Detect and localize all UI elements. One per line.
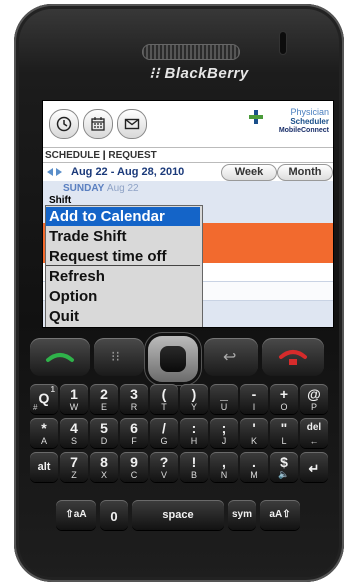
key-m[interactable]: .M: [240, 452, 268, 482]
phone-red-icon: [279, 350, 307, 365]
mail-button[interactable]: [117, 109, 147, 139]
key-e[interactable]: 2E: [90, 384, 118, 414]
next-week-icon[interactable]: [56, 168, 62, 176]
week-view-button[interactable]: Week: [221, 164, 277, 181]
key-t[interactable]: (T: [150, 384, 178, 414]
menu-key[interactable]: ⁝⁝: [94, 338, 144, 376]
menu-item-option[interactable]: Option: [46, 287, 200, 306]
notification-led: [280, 32, 286, 54]
previous-week-icon[interactable]: [47, 168, 53, 176]
key-b[interactable]: ! B: [180, 452, 208, 482]
menu-item-request-time-off[interactable]: Request time off: [46, 247, 200, 266]
key-enter[interactable]: ↵: [300, 452, 328, 482]
mail-icon: [124, 118, 140, 130]
clock-icon: [56, 116, 72, 132]
key-right-shift[interactable]: aA⇧: [260, 500, 300, 530]
key-l[interactable]: " L: [270, 418, 298, 448]
end-call-button[interactable]: [262, 338, 324, 376]
key-u[interactable]: _ U: [210, 384, 238, 414]
key-z[interactable]: 7Z: [60, 452, 88, 482]
app-toolbar: Physician Scheduler MobileConnect: [43, 101, 333, 147]
device-screen: Physician Scheduler MobileConnect SCHEDU…: [42, 100, 334, 328]
calendar-button[interactable]: [83, 109, 113, 139]
key-x[interactable]: 8X: [90, 452, 118, 482]
trackpad[interactable]: [148, 336, 198, 382]
physician-scheduler-logo: Physician Scheduler MobileConnect: [249, 108, 329, 135]
key-sym[interactable]: sym: [228, 500, 256, 530]
tab-schedule[interactable]: SCHEDULE: [45, 150, 100, 161]
speaker-grille: [142, 44, 240, 60]
key-r[interactable]: 3R: [120, 384, 148, 414]
phone-green-icon: [46, 353, 74, 362]
key-j[interactable]: ; J: [210, 418, 238, 448]
key-i[interactable]: -I: [240, 384, 268, 414]
key-left-shift[interactable]: ⇧aA: [56, 500, 96, 530]
key-dollar[interactable]: $ 🔈: [270, 452, 298, 482]
call-button[interactable]: [30, 338, 90, 376]
key-y[interactable]: ) Y: [180, 384, 208, 414]
key-f[interactable]: 6F: [120, 418, 148, 448]
calendar-icon: [91, 117, 105, 131]
key-c[interactable]: 9C: [120, 452, 148, 482]
month-view-button[interactable]: Month: [277, 164, 333, 181]
key-alt[interactable]: alt: [30, 452, 58, 482]
key-h[interactable]: :H: [180, 418, 208, 448]
back-arrow-icon: ↩: [223, 349, 237, 366]
section-tabs: SCHEDULE | REQUEST: [43, 147, 333, 163]
date-navigation: Aug 22 - Aug 28, 2010 Week Month: [43, 163, 333, 181]
menu-item-add-to-calendar[interactable]: Add to Calendar: [46, 207, 200, 226]
context-menu: Add to Calendar Trade Shift Request time…: [45, 205, 203, 327]
key-o[interactable]: + O: [270, 384, 298, 414]
key-n[interactable]: ,N: [210, 452, 238, 482]
menu-item-refresh[interactable]: Refresh: [46, 267, 200, 286]
medical-cross-icon: [249, 110, 263, 124]
key-s[interactable]: 4S: [60, 418, 88, 448]
key-v[interactable]: ? V: [150, 452, 178, 482]
key-p[interactable]: @ P: [300, 384, 328, 414]
key-g[interactable]: / G: [150, 418, 178, 448]
menu-item-quit[interactable]: Quit: [46, 307, 200, 326]
key-k[interactable]: ' K: [240, 418, 268, 448]
key-d[interactable]: 5D: [90, 418, 118, 448]
back-key[interactable]: ↩: [204, 338, 258, 376]
tab-separator: |: [102, 150, 106, 161]
brand-mark-icon: ⁝⁝: [149, 65, 165, 82]
key-w[interactable]: 1W: [60, 384, 88, 414]
tab-request[interactable]: REQUEST: [108, 150, 156, 161]
date-range-label: Aug 22 - Aug 28, 2010: [71, 166, 185, 178]
menu-item-trade-shift[interactable]: Trade Shift: [46, 227, 200, 246]
clock-button[interactable]: [49, 109, 79, 139]
key-zero[interactable]: 0: [100, 500, 128, 530]
key-del[interactable]: del ←: [300, 418, 328, 448]
key-a[interactable]: * A: [30, 418, 58, 448]
brand-logo: ⁝⁝ BlackBerry: [149, 65, 249, 82]
day-header: SUNDAY Aug 22: [63, 183, 139, 194]
blackberry-menu-icon: ⁝⁝: [111, 348, 120, 364]
key-space[interactable]: space: [132, 500, 224, 530]
key-q[interactable]: 1 Q #: [30, 384, 58, 414]
